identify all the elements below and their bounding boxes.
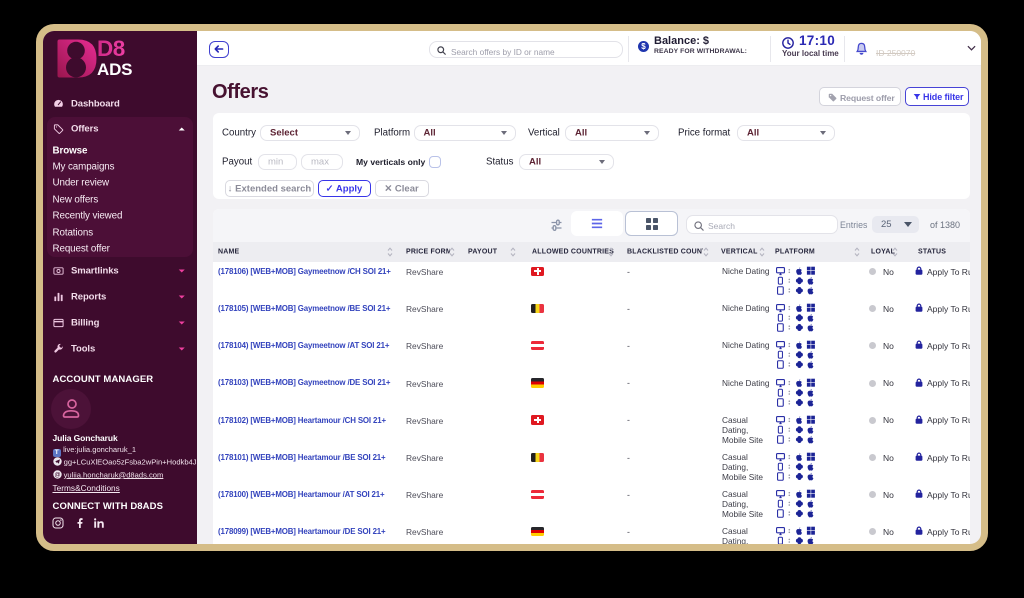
svg-text:@: @ (54, 472, 60, 478)
